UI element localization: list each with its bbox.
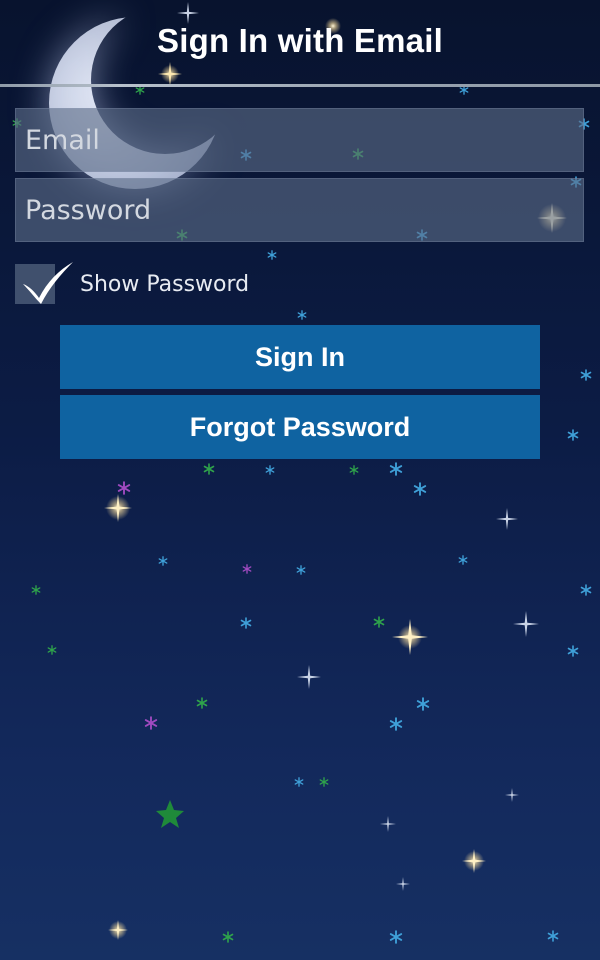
checkmark-icon (23, 262, 73, 304)
title-divider (0, 84, 600, 87)
title-bar: Sign In with Email (0, 0, 600, 87)
show-password-row[interactable]: Show Password (15, 262, 315, 306)
sign-in-button[interactable]: Sign In (60, 325, 540, 389)
purple-asterisk-stars (117, 481, 252, 730)
email-input[interactable] (15, 108, 584, 172)
show-password-label: Show Password (80, 272, 250, 297)
password-input[interactable] (15, 178, 584, 242)
page-title: Sign In with Email (157, 22, 443, 59)
forgot-password-button[interactable]: Forgot Password (60, 395, 540, 459)
green-star-icon (156, 800, 184, 828)
